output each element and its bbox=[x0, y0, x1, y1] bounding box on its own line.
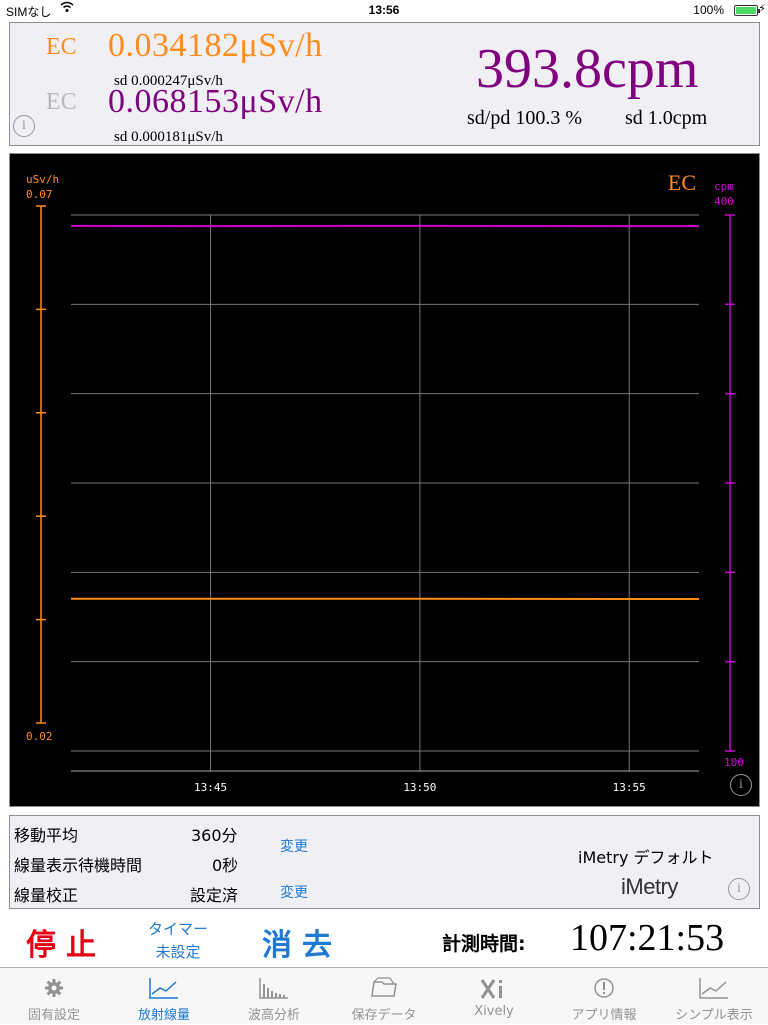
battery-percent: 100% bbox=[693, 3, 724, 17]
tab-label: シンプル表示 bbox=[664, 1004, 764, 1023]
tab-saved-data[interactable]: 保存データ bbox=[334, 968, 434, 1025]
xively-icon bbox=[444, 974, 544, 1002]
x-tick-label: 13:45 bbox=[194, 781, 227, 794]
simple-chart-icon bbox=[664, 974, 764, 1002]
battery-icon bbox=[734, 5, 758, 16]
ec1-label: EC bbox=[46, 34, 77, 61]
gear-icon bbox=[4, 974, 104, 1002]
sd-pd-value: sd/pd 100.3 % bbox=[467, 107, 582, 130]
tab-label: Xively bbox=[444, 1004, 544, 1019]
left-axis-bottom-label: 0.02 bbox=[26, 730, 53, 743]
dose-rate-chart: EC uSv/h 0.07 0.02 cpm 400 100 13:45 13:5… bbox=[9, 153, 760, 807]
measurement-settings-panel: 移動平均 360分 線量表示待機時間 0秒 変更 線量校正 設定済 変更 iMe… bbox=[9, 815, 760, 909]
tab-radiation-dose[interactable]: 放射線量 bbox=[114, 968, 214, 1025]
right-axis-top-label: 400 bbox=[714, 195, 734, 208]
tab-xively[interactable]: Xively bbox=[444, 968, 544, 1025]
tab-app-info[interactable]: アプリ情報 bbox=[554, 968, 654, 1025]
tab-bar: 固有設定 放射線量 波高分析 保存データ Xively bbox=[0, 967, 768, 1024]
status-bar: SIMなし 13:56 100% ⚡ bbox=[0, 0, 768, 20]
charging-icon: ⚡ bbox=[758, 2, 766, 15]
elapsed-time-value: 107:21:53 bbox=[570, 916, 724, 960]
x-tick-label: 13:55 bbox=[613, 781, 646, 794]
settings-info-icon[interactable]: i bbox=[728, 878, 750, 900]
calibration-label: 線量校正 bbox=[14, 882, 78, 906]
readout-info-icon[interactable]: i bbox=[13, 115, 35, 137]
calibration-value: 設定済 bbox=[190, 882, 238, 906]
tab-simple-display[interactable]: シンプル表示 bbox=[664, 968, 764, 1025]
dose-readout-panel: EC 0.034182μSv/h sd 0.000247μSv/h EC 0.0… bbox=[9, 22, 760, 146]
left-axis-top-label: 0.07 bbox=[26, 188, 53, 201]
chart-title: EC bbox=[668, 170, 696, 195]
imetry-logo: iMetry bbox=[621, 874, 678, 900]
display-wait-label: 線量表示待機時間 bbox=[14, 852, 142, 876]
histogram-icon bbox=[224, 974, 324, 1002]
line-chart-icon bbox=[114, 974, 214, 1002]
right-axis-bottom-label: 100 bbox=[724, 756, 744, 769]
preset-name: iMetry デフォルト bbox=[578, 844, 714, 868]
tab-label: 放射線量 bbox=[114, 1004, 214, 1023]
exclamation-circle-icon bbox=[554, 974, 654, 1002]
left-axis-label: uSv/h bbox=[26, 173, 59, 186]
moving-average-label: 移動平均 bbox=[14, 822, 78, 846]
tab-label: 波高分析 bbox=[224, 1004, 324, 1023]
tab-label: アプリ情報 bbox=[554, 1004, 654, 1023]
clear-button[interactable]: 消去 bbox=[262, 920, 342, 964]
x-tick-label: 13:50 bbox=[403, 781, 436, 794]
stop-button[interactable]: 停止 bbox=[26, 920, 106, 964]
tab-device-settings[interactable]: 固有設定 bbox=[4, 968, 104, 1025]
ec1-dose-rate: 0.034182μSv/h bbox=[108, 27, 323, 65]
display-wait-value: 0秒 bbox=[212, 852, 238, 876]
chart-canvas: EC uSv/h 0.07 0.02 cpm 400 100 13:45 13:5… bbox=[10, 154, 761, 808]
sd-cpm-value: sd 1.0cpm bbox=[625, 107, 707, 130]
elapsed-time-label: 計測時間: bbox=[442, 929, 526, 956]
moving-average-value: 360分 bbox=[191, 822, 238, 846]
tab-label: 固有設定 bbox=[4, 1004, 104, 1023]
tab-pulse-height[interactable]: 波高分析 bbox=[224, 968, 324, 1025]
folder-icon bbox=[334, 974, 434, 1002]
tab-label: 保存データ bbox=[334, 1004, 434, 1023]
timer-status: 未設定 bbox=[140, 941, 216, 964]
change-averaging-button[interactable]: 変更 bbox=[280, 836, 308, 856]
right-axis-label: cpm bbox=[714, 180, 734, 193]
status-time: 13:56 bbox=[0, 3, 768, 17]
change-calibration-button[interactable]: 変更 bbox=[280, 882, 308, 902]
ec2-sd: sd 0.000181μSv/h bbox=[114, 129, 223, 146]
ec2-dose-rate: 0.068153μSv/h bbox=[108, 83, 323, 121]
timer-label: タイマー bbox=[140, 918, 216, 941]
ec2-label: EC bbox=[46, 89, 77, 116]
cpm-value: 393.8cpm bbox=[476, 37, 698, 101]
chart-info-icon[interactable]: i bbox=[730, 774, 752, 796]
timer-button[interactable]: タイマー 未設定 bbox=[140, 918, 216, 964]
